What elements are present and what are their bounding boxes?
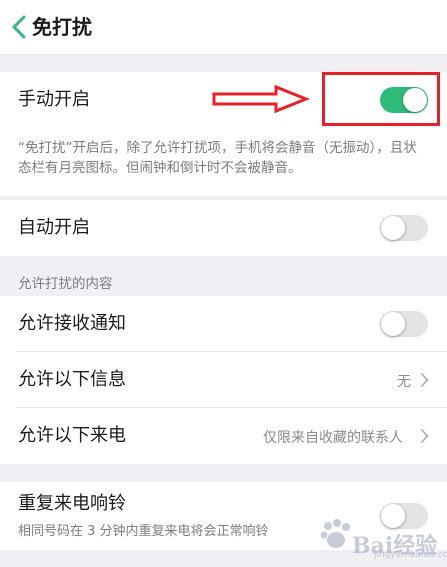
repeat-calls-sublabel: 相同号码在 3 分钟内重复来电将会正常响铃 (18, 524, 269, 539)
watermark-url: jingyan.baidu.com (374, 550, 447, 560)
chevron-right-icon (420, 428, 429, 444)
annotation-arrow-icon (212, 84, 310, 114)
toggle-knob (381, 312, 405, 336)
repeat-calls-label: 重复来电响铃 (18, 493, 126, 514)
allow-messages-label: 允许以下信息 (18, 369, 126, 390)
allow-messages-value: 无 (397, 374, 411, 390)
page-title: 免打扰 (32, 15, 92, 39)
allow-calls-label: 允许以下来电 (18, 425, 126, 446)
paw-logo-icon (320, 519, 350, 548)
allow-messages-row[interactable]: 允许以下信息 无 (0, 352, 447, 408)
manual-description-block: “免打扰”开启后，除了允许打扰项，手机将会静音（无振动），且状态栏有月亮图标。但… (0, 128, 447, 196)
back-chevron-icon[interactable] (10, 14, 28, 40)
allow-notifications-row: 允许接收通知 (0, 296, 447, 352)
allow-notifications-toggle[interactable] (380, 311, 428, 337)
allow-calls-value: 仅限来自收藏的联系人 (263, 430, 403, 446)
section-header-allowed-content: 允许打扰的内容 (18, 276, 113, 292)
manual-description: “免打扰”开启后，除了允许打扰项，手机将会静音（无振动），且状态栏有月亮图标。但… (18, 140, 417, 176)
auto-enable-toggle[interactable] (380, 215, 428, 241)
toggle-knob (381, 216, 405, 240)
app-header: 免打扰 (0, 0, 447, 55)
auto-enable-label: 自动开启 (18, 217, 90, 238)
allow-notifications-label: 允许接收通知 (18, 313, 126, 334)
manual-enable-label: 手动开启 (18, 89, 90, 110)
auto-enable-row: 自动开启 (0, 200, 447, 256)
annotation-highlight-box (322, 72, 440, 126)
allow-calls-row[interactable]: 允许以下来电 仅限来自收藏的联系人 (0, 408, 447, 464)
chevron-right-icon (420, 372, 429, 388)
baidu-watermark: Bai经验 jingyan.baidu.com (318, 510, 447, 562)
